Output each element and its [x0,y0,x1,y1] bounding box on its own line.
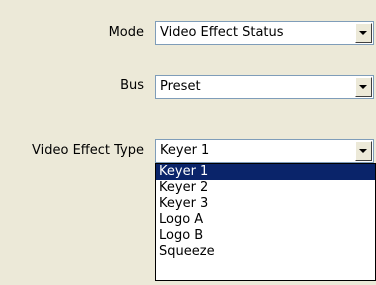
chevron-down-icon [359,31,367,35]
mode-select[interactable]: Video Effect Status [155,21,374,45]
dropdown-option[interactable]: Keyer 1 [156,164,375,180]
mode-dropdown-button[interactable] [355,23,372,43]
bus-select[interactable]: Preset [155,75,374,99]
dropdown-option[interactable]: Keyer 2 [156,180,375,196]
video-effect-type-value: Keyer 1 [160,143,210,158]
video-effect-type-dropdown-list: Keyer 1 Keyer 2 Keyer 3 Logo A Logo B Sq… [155,163,376,281]
bus-label: Bus [120,78,144,93]
dropdown-option[interactable]: Squeeze [156,244,375,260]
bus-value: Preset [160,79,201,94]
chevron-down-icon [359,149,367,153]
mode-value: Video Effect Status [160,25,284,40]
dropdown-option[interactable]: Logo A [156,212,375,228]
bus-dropdown-button[interactable] [355,77,372,97]
video-effect-type-select[interactable]: Keyer 1 [155,139,374,163]
dropdown-option[interactable]: Logo B [156,228,375,244]
chevron-down-icon [359,85,367,89]
mode-label: Mode [108,25,144,40]
video-effect-type-dropdown-button[interactable] [355,141,372,161]
video-effect-type-label: Video Effect Type [32,143,144,158]
dropdown-option[interactable]: Keyer 3 [156,196,375,212]
